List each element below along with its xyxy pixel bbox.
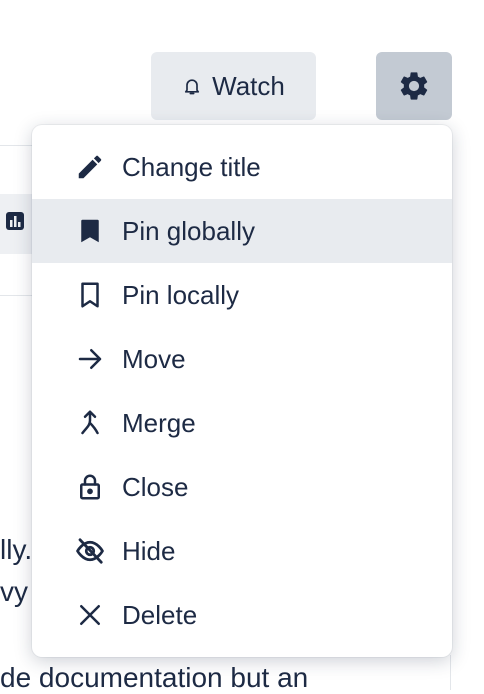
menu-item-label: Move (122, 343, 186, 374)
background-text-line-3: de documentation but an (0, 662, 309, 693)
chart-icon[interactable] (4, 210, 26, 232)
bookmark-outline-icon (74, 279, 106, 311)
merge-icon (74, 407, 106, 439)
menu-item-hide[interactable]: Hide (32, 519, 452, 583)
content-divider (0, 295, 36, 296)
watch-label: Watch (212, 70, 285, 101)
menu-item-pin-locally[interactable]: Pin locally (32, 263, 452, 327)
gear-icon (400, 72, 428, 100)
lock-icon (74, 471, 106, 503)
menu-item-delete[interactable]: Delete (32, 583, 452, 647)
menu-item-move[interactable]: Move (32, 327, 452, 391)
content-right-border (450, 655, 451, 690)
menu-item-change-title[interactable]: Change title (32, 135, 452, 199)
menu-item-label: Pin globally (122, 215, 255, 246)
menu-item-label: Close (122, 471, 189, 502)
background-text-line-1: lly. (0, 534, 33, 565)
menu-item-label: Delete (122, 599, 198, 630)
watch-button[interactable]: Watch (151, 52, 316, 120)
background-text-line-2: vy (0, 576, 28, 607)
menu-item-label: Pin locally (122, 279, 240, 310)
menu-item-close[interactable]: Close (32, 455, 452, 519)
menu-item-label: Hide (122, 535, 176, 566)
pencil-icon (74, 151, 106, 183)
bookmark-filled-icon (74, 215, 106, 247)
menu-item-pin-globally[interactable]: Pin globally (32, 199, 452, 263)
topic-actions-menu: Change title Pin globally Pin locally Mo… (32, 125, 452, 657)
menu-item-label: Merge (122, 407, 196, 438)
menu-item-label: Change title (122, 151, 261, 182)
header-divider (0, 145, 36, 146)
x-icon (74, 599, 106, 631)
settings-button[interactable] (376, 52, 452, 120)
bell-icon (185, 79, 200, 95)
eye-off-icon (74, 535, 106, 567)
arrow-right-icon (74, 343, 106, 375)
menu-item-merge[interactable]: Merge (32, 391, 452, 455)
